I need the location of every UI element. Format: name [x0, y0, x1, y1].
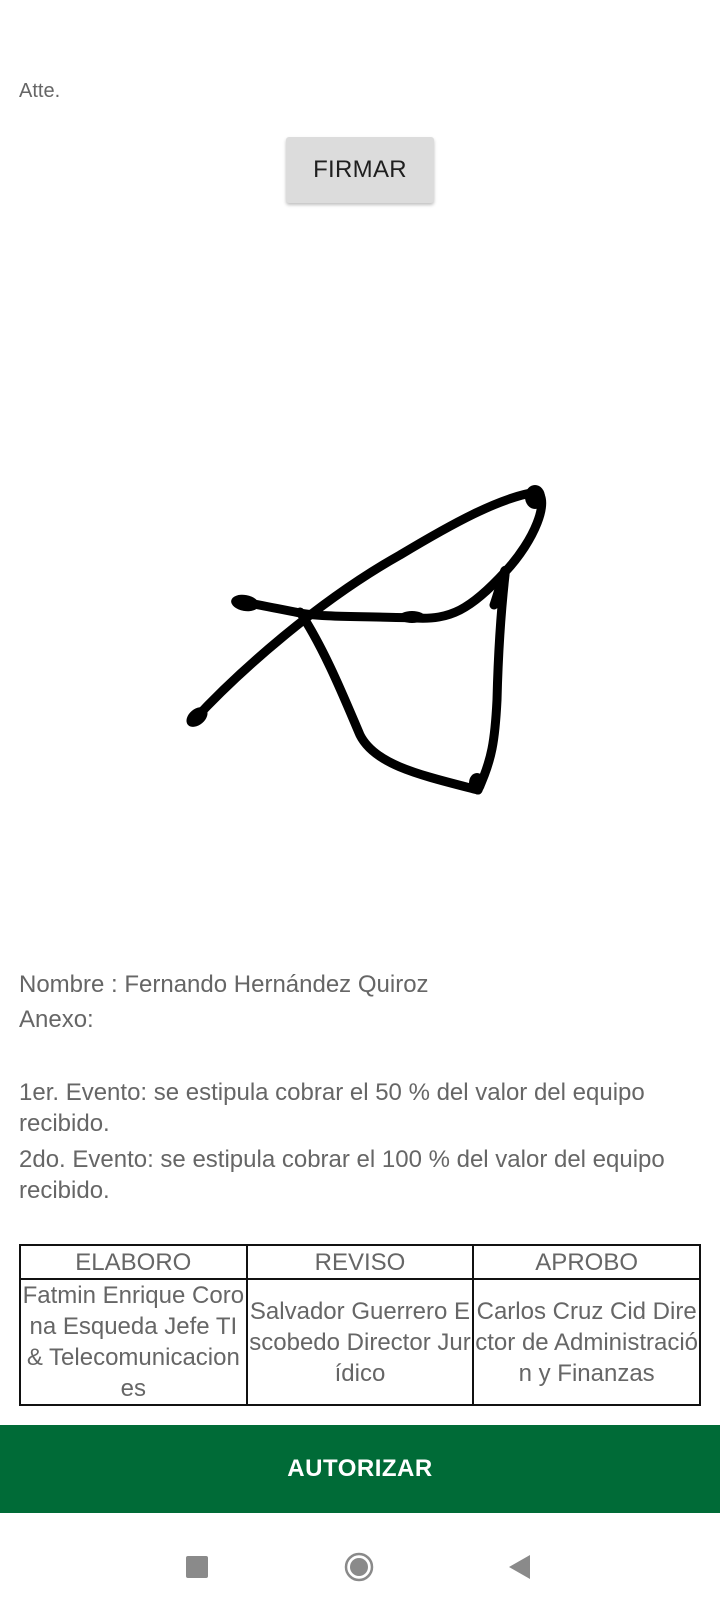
- header-aprobo: APROBO: [472, 1244, 701, 1280]
- table-header-row: ELABORO REVISO APROBO: [19, 1244, 701, 1280]
- header-elaboro: ELABORO: [19, 1244, 248, 1280]
- back-triangle-icon[interactable]: [508, 1554, 532, 1580]
- cell-aprobo: Carlos Cruz Cid Director de Administraci…: [472, 1278, 701, 1406]
- cell-elaboro-text: Fatmin Enrique Corona Esqueda Jefe TI & …: [22, 1282, 245, 1402]
- recents-square-icon[interactable]: [186, 1556, 208, 1578]
- annex-label: Anexo:: [19, 1006, 94, 1033]
- home-circle-icon[interactable]: [344, 1552, 374, 1582]
- sign-button[interactable]: FIRMAR: [286, 137, 434, 203]
- events-list: 1er. Evento: se estipula cobrar el 50 % …: [19, 1077, 699, 1211]
- signature-drawing: [186, 485, 547, 795]
- system-nav-bar: [0, 1513, 720, 1600]
- approval-table: ELABORO REVISO APROBO Fatmin Enrique Cor…: [19, 1244, 701, 1406]
- authorize-button[interactable]: AUTORIZAR: [0, 1425, 720, 1513]
- cell-reviso: Salvador Guerrero Escobedo Director Jurí…: [245, 1278, 475, 1406]
- cell-aprobo-text: Carlos Cruz Cid Director de Administraci…: [475, 1297, 699, 1387]
- cell-elaboro: Fatmin Enrique Corona Esqueda Jefe TI & …: [19, 1278, 248, 1406]
- header-reviso: REVISO: [245, 1244, 475, 1280]
- greeting-text: Atte.: [19, 80, 61, 102]
- table-row: Fatmin Enrique Corona Esqueda Jefe TI & …: [19, 1278, 701, 1406]
- name-line: Nombre : Fernando Hernández Quiroz: [19, 971, 429, 998]
- event-item: 1er. Evento: se estipula cobrar el 50 % …: [19, 1079, 645, 1137]
- cell-reviso-text: Salvador Guerrero Escobedo Director Jurí…: [249, 1297, 471, 1387]
- event-item: 2do. Evento: se estipula cobrar el 100 %…: [19, 1146, 665, 1204]
